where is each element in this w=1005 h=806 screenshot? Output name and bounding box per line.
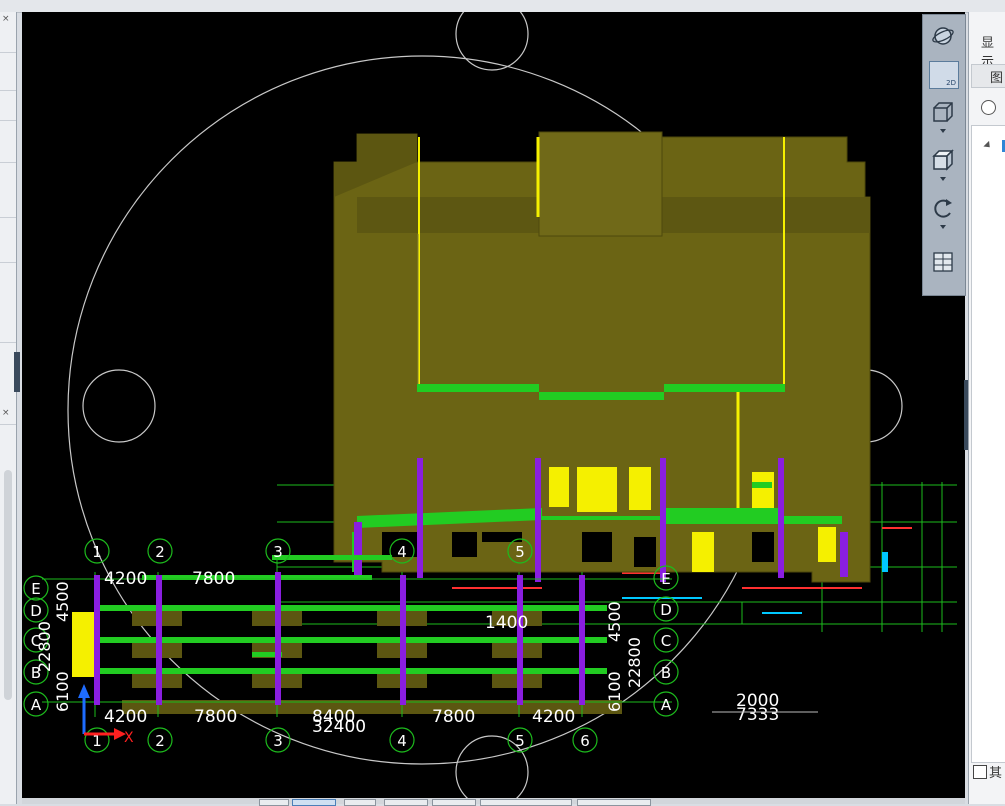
dim-vertical: 4500 bbox=[53, 581, 72, 622]
status-tab-active[interactable] bbox=[292, 799, 336, 806]
compass-node-left bbox=[82, 369, 156, 443]
divider bbox=[0, 217, 16, 218]
axis-label-bottom: 3 bbox=[273, 732, 283, 750]
left-panel-collapse-handle[interactable] bbox=[14, 352, 20, 392]
axis-label-bottom: 5 bbox=[515, 732, 525, 750]
dim-vertical: 22800 bbox=[35, 621, 54, 672]
axis-letter-right: B bbox=[661, 664, 671, 682]
view-2d-button[interactable]: 2D bbox=[929, 61, 959, 89]
close-icon[interactable]: × bbox=[2, 14, 10, 24]
globe-icon bbox=[932, 27, 954, 45]
axis-letter-left: A bbox=[31, 696, 42, 714]
right-display-panel: 显示 图 其 bbox=[968, 12, 1005, 804]
view-3d-wire-button[interactable] bbox=[929, 99, 957, 125]
tab-label: 图 bbox=[990, 71, 1004, 86]
dim-total: 32400 bbox=[312, 717, 366, 737]
dim-vertical: 6100 bbox=[605, 671, 624, 712]
dim-vertical: 6100 bbox=[53, 671, 72, 712]
axis-label-bottom: 2 bbox=[155, 732, 165, 750]
foundation-pads bbox=[122, 610, 622, 714]
view-2d-label: 2D bbox=[946, 79, 956, 87]
display-radio[interactable] bbox=[981, 100, 996, 115]
footer-checkbox[interactable] bbox=[973, 765, 987, 779]
axis-label-top: 1 bbox=[92, 543, 102, 561]
axis-letter-right: E bbox=[661, 570, 670, 588]
dim-bottom: 4200 bbox=[104, 707, 147, 727]
divider bbox=[0, 162, 16, 163]
dim-vertical: 4500 bbox=[605, 601, 624, 642]
divider bbox=[0, 120, 16, 121]
axis-letter-left: D bbox=[30, 602, 42, 620]
divider bbox=[0, 262, 16, 263]
status-tab[interactable] bbox=[432, 799, 476, 806]
view-toolbar: 2D bbox=[922, 14, 966, 296]
left-panel-scrollbar[interactable] bbox=[4, 470, 12, 700]
divider bbox=[0, 342, 16, 343]
structure-drawing: 1 2 3 4 5 1 2 3 4 5 6 E D C B A E D C B … bbox=[23, 12, 957, 798]
dim-mid: 1400 bbox=[485, 613, 528, 633]
cube-wire-icon bbox=[933, 102, 953, 122]
left-side-panel: × × bbox=[0, 12, 20, 804]
footer-checkbox-label: 其 bbox=[989, 766, 1003, 781]
dim-far: 7333 bbox=[736, 705, 779, 725]
panel-tab[interactable]: 图 bbox=[971, 64, 1005, 88]
axis-letter-left: E bbox=[31, 580, 40, 598]
layers-button[interactable] bbox=[929, 249, 957, 275]
status-tab[interactable] bbox=[577, 799, 651, 806]
axis-label-bottom: 6 bbox=[580, 732, 590, 750]
orbit-button[interactable] bbox=[929, 23, 957, 49]
dim-bottom: 7800 bbox=[432, 707, 475, 727]
dim-vertical: 22800 bbox=[625, 637, 644, 688]
slab-center-block bbox=[538, 131, 663, 237]
axis-label-top: 5 bbox=[515, 543, 525, 561]
axis-letter-right: A bbox=[661, 696, 672, 714]
cad-3d-viewport[interactable]: 1 2 3 4 5 1 2 3 4 5 6 E D C B A E D C B … bbox=[22, 12, 965, 798]
compass-node-top bbox=[455, 12, 529, 71]
axis-label-top: 2 bbox=[155, 543, 165, 561]
view-3d-solid-button[interactable] bbox=[929, 147, 957, 173]
divider bbox=[0, 424, 16, 425]
expand-triangle-icon[interactable] bbox=[983, 140, 993, 151]
rotate-icon bbox=[934, 199, 952, 218]
chevron-down-icon[interactable] bbox=[940, 129, 946, 133]
chevron-down-icon[interactable] bbox=[940, 177, 946, 181]
dim-bottom: 7800 bbox=[194, 707, 237, 727]
rotate-button[interactable] bbox=[929, 195, 957, 221]
status-tab[interactable] bbox=[344, 799, 376, 806]
dim-bottom: 4200 bbox=[532, 707, 575, 727]
status-tab[interactable] bbox=[384, 799, 428, 806]
layers-grid-icon bbox=[933, 252, 953, 272]
axis-x-label: X bbox=[124, 730, 134, 746]
status-tab[interactable] bbox=[259, 799, 289, 806]
dimension-labels: 4200 7800 4200 7800 8400 7800 4200 32400… bbox=[104, 569, 779, 737]
close-icon[interactable]: × bbox=[2, 408, 10, 418]
chevron-down-icon[interactable] bbox=[940, 225, 946, 229]
divider bbox=[0, 90, 16, 91]
axis-letter-right: C bbox=[661, 632, 671, 650]
vertical-dims: 22800 6100 4500 6100 4500 22800 bbox=[35, 581, 644, 712]
layer-tree bbox=[971, 125, 1005, 763]
axis-letter-right: D bbox=[660, 601, 672, 619]
divider bbox=[0, 52, 16, 53]
dim-top: 7800 bbox=[192, 569, 235, 589]
bottom-status-strip bbox=[22, 798, 965, 806]
cube-solid-icon bbox=[932, 149, 954, 171]
axis-label-bottom: 4 bbox=[397, 732, 407, 750]
status-tab[interactable] bbox=[480, 799, 572, 806]
dim-top: 4200 bbox=[104, 569, 147, 589]
axis-label-top: 4 bbox=[397, 543, 407, 561]
axis-label-top: 3 bbox=[273, 543, 283, 561]
